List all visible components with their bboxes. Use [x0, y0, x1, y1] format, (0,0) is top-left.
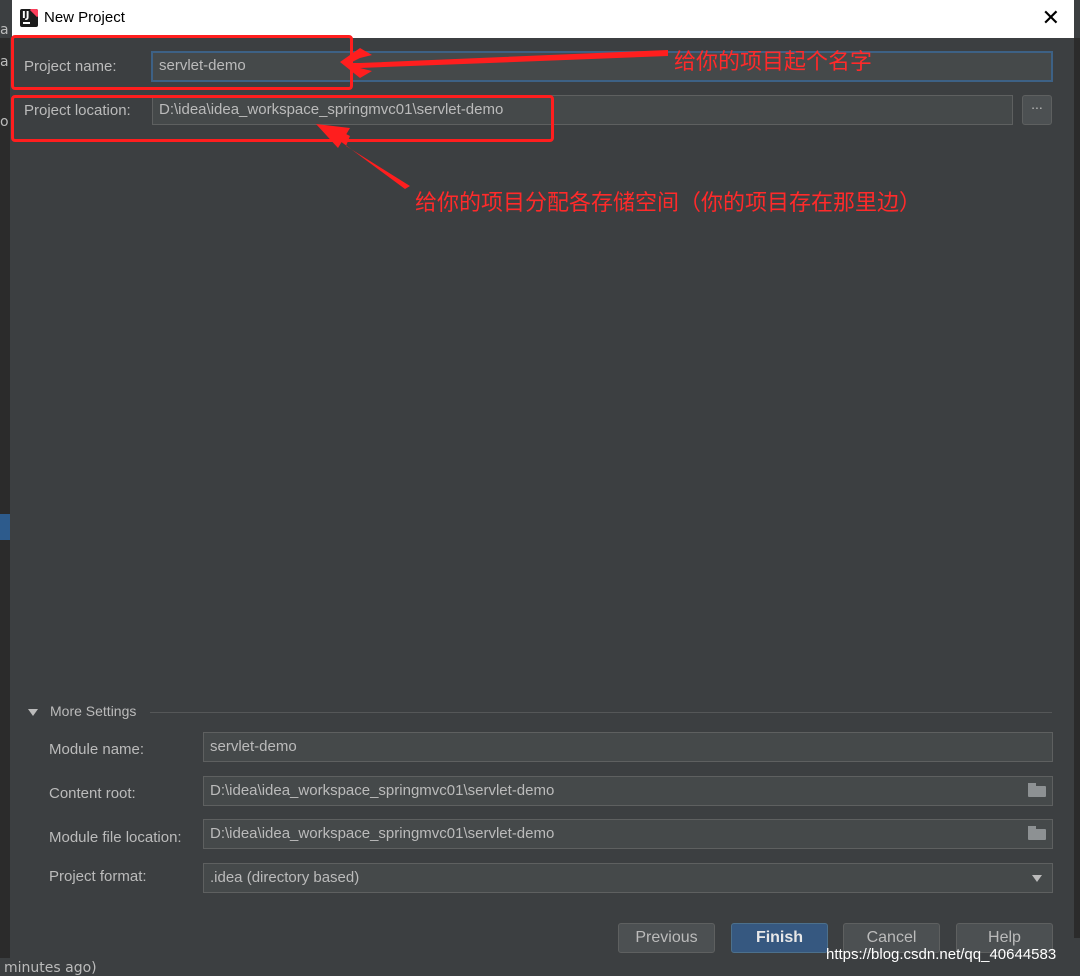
watermark-text: https://blog.csdn.net/qq_40644583	[826, 946, 1057, 963]
project-format-value: .idea (directory based)	[210, 869, 360, 886]
more-settings-title: More Settings	[50, 703, 137, 719]
module-name-label: Module name:	[49, 741, 145, 758]
previous-button[interactable]: Previous	[618, 923, 715, 953]
section-divider	[150, 712, 1052, 713]
module-file-location-input[interactable]: D:\idea\idea_workspace_springmvc01\servl…	[203, 819, 1053, 849]
folder-icon[interactable]	[1028, 783, 1046, 797]
annotation-location-note: 给你的项目分配各存储空间（你的项目存在那里边）	[415, 191, 922, 216]
module-name-input[interactable]: servlet-demo	[203, 732, 1053, 762]
finish-button[interactable]: Finish	[731, 923, 828, 953]
content-root-input[interactable]: D:\idea\idea_workspace_springmvc01\servl…	[203, 776, 1053, 806]
annotation-arrow-name	[340, 48, 668, 78]
content-root-value: D:\idea\idea_workspace_springmvc01\servl…	[210, 782, 555, 799]
content-root-label: Content root:	[49, 785, 136, 802]
folder-icon[interactable]	[1028, 826, 1046, 840]
dropdown-arrow-icon	[1032, 875, 1042, 882]
module-file-location-label: Module file location:	[49, 829, 182, 846]
expand-triangle-icon	[28, 709, 38, 716]
module-file-location-value: D:\idea\idea_workspace_springmvc01\servl…	[210, 825, 555, 842]
annotation-name-note: 给你的项目起个名字	[674, 50, 873, 75]
project-format-select[interactable]: .idea (directory based)	[203, 863, 1053, 893]
project-format-label: Project format:	[49, 868, 147, 885]
